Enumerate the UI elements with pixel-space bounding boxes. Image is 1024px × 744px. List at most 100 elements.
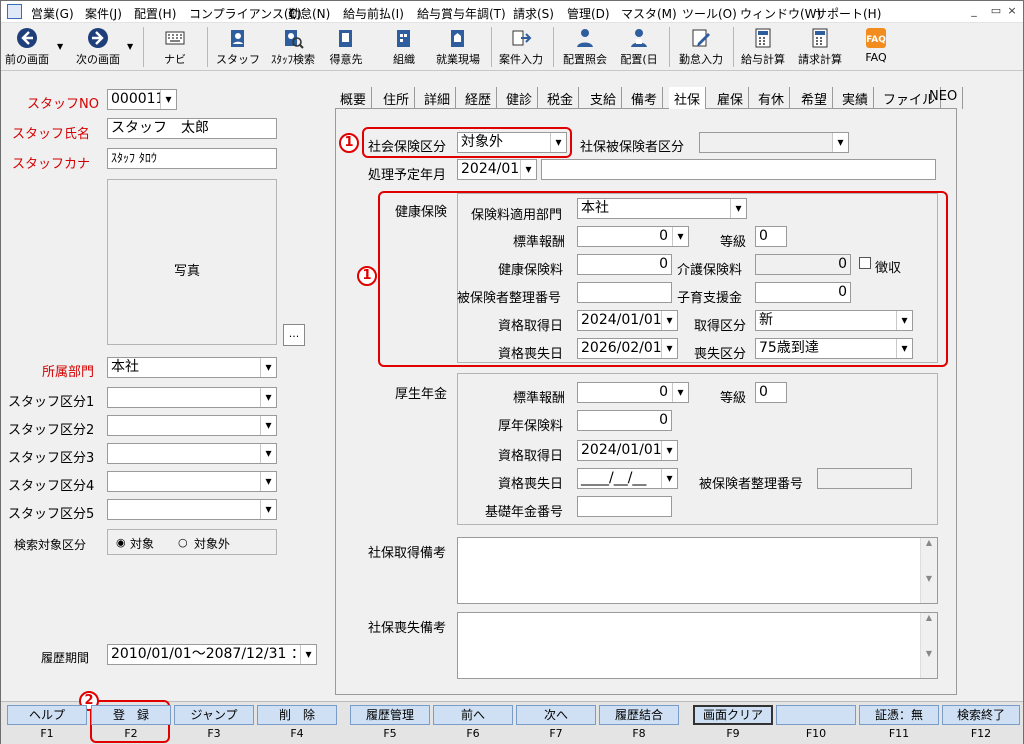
staff-name-field[interactable]: スタッフ 太郎	[107, 118, 277, 139]
previous-button[interactable]: 前へ	[433, 705, 513, 725]
menu-attendance[interactable]: 勤怠(N)	[288, 5, 330, 22]
acq-memo-scrollbar[interactable]: ▲ ▼	[920, 538, 937, 603]
tab-overview[interactable]: 概要	[335, 87, 373, 109]
process-month-extra-field[interactable]	[541, 159, 936, 180]
end-search-button[interactable]: 検索終了	[942, 705, 1020, 725]
history-merge-button[interactable]: 履歴結合	[599, 705, 679, 725]
process-month-select[interactable]: 2024/01	[457, 159, 537, 180]
clear-screen-button[interactable]: 画面クリア	[693, 705, 773, 725]
billing-calc-button[interactable]: 請求計算	[793, 23, 847, 69]
health-std-pay-select[interactable]: 0	[577, 226, 689, 247]
pension-std-pay-select[interactable]: 0	[577, 382, 689, 403]
staff-search-button[interactable]: ｽﾀｯﾌ検索	[265, 23, 321, 69]
pension-loss-date-select[interactable]: ____/__/__	[577, 468, 678, 489]
menu-payroll[interactable]: 給与賞与年調(T)	[417, 5, 506, 22]
insured-type-select[interactable]	[699, 132, 849, 153]
staff-cat3-select[interactable]	[107, 443, 277, 464]
tab-payment[interactable]: 支給	[585, 87, 623, 109]
dept-select[interactable]: 本社	[107, 357, 277, 378]
organization-button[interactable]: 組織	[381, 23, 427, 69]
prev-dropdown-caret[interactable]: ▼	[57, 42, 63, 51]
toolbar-divider	[143, 27, 144, 67]
radio-target-selected-icon[interactable]: ◉	[116, 536, 126, 549]
acq-memo-textarea[interactable]: ▲ ▼	[457, 537, 938, 604]
delete-button[interactable]: 削 除	[257, 705, 337, 725]
prev-screen-button[interactable]: 前の画面	[3, 23, 51, 69]
collect-checkbox[interactable]	[859, 257, 871, 269]
attendance-input-button[interactable]: 勤怠入力	[675, 23, 727, 69]
f10-button[interactable]	[776, 705, 856, 725]
menu-billing[interactable]: 請求(S)	[513, 5, 554, 22]
menu-compliance[interactable]: コンプライアンス(C)	[189, 5, 302, 22]
tab-details[interactable]: 詳細	[419, 87, 457, 109]
staff-button[interactable]: スタッフ	[215, 23, 261, 69]
premium-dept-select[interactable]: 本社	[577, 198, 747, 219]
staff-cat5-select[interactable]	[107, 499, 277, 520]
menu-master[interactable]: マスタ(M)	[621, 5, 677, 22]
menu-advance-pay[interactable]: 給与前払(I)	[343, 5, 404, 22]
next-screen-button[interactable]: 次の画面	[71, 23, 125, 69]
tab-neo[interactable]: NEO	[924, 87, 964, 109]
tab-wishes[interactable]: 希望	[796, 87, 834, 109]
minimize-button[interactable]: _	[963, 3, 985, 20]
client-button[interactable]: 得意先	[323, 23, 369, 69]
staff-kana-field[interactable]: ｽﾀｯﾌ ﾀﾛｳ	[107, 148, 277, 169]
menu-assign[interactable]: 配置(H)	[134, 5, 176, 22]
insurance-type-select[interactable]: 対象外	[457, 132, 567, 153]
pension-premium-field[interactable]: 0	[577, 410, 672, 431]
pension-grade-field[interactable]: 0	[755, 382, 787, 403]
menu-sales[interactable]: 営業(G)	[31, 5, 74, 22]
staff-cat4-select[interactable]	[107, 471, 277, 492]
navi-button[interactable]: ナビ	[153, 23, 197, 69]
radio-nontarget-icon[interactable]: ○	[178, 536, 188, 549]
tab-notes[interactable]: 備考	[626, 87, 664, 109]
loss-memo-scrollbar[interactable]: ▲ ▼	[920, 613, 937, 678]
menu-tools[interactable]: ツール(O)	[682, 5, 737, 22]
tab-paid-leave[interactable]: 有休	[753, 87, 791, 109]
health-acq-date-select[interactable]: 2024/01/01	[577, 310, 678, 331]
menu-case[interactable]: 案件(J)	[85, 5, 122, 22]
menu-support[interactable]: サポート(H)	[815, 5, 881, 22]
tab-employment-insurance[interactable]: 雇保	[712, 87, 750, 109]
history-manage-button[interactable]: 履歴管理	[350, 705, 430, 725]
next-button[interactable]: 次へ	[516, 705, 596, 725]
jump-button[interactable]: ジャンプ	[174, 705, 254, 725]
tab-social-insurance[interactable]: 社保	[669, 87, 707, 109]
basic-pension-no-field[interactable]	[577, 496, 672, 517]
care-premium-field[interactable]: 0	[755, 254, 851, 275]
staff-no-select[interactable]: 000011	[107, 89, 177, 110]
pension-insured-no-field[interactable]	[817, 468, 912, 489]
health-premium-field[interactable]: 0	[577, 254, 672, 275]
menu-window[interactable]: ウィンドウ(W)	[740, 5, 821, 22]
photo-browse-button[interactable]: ...	[283, 324, 305, 346]
photo-area[interactable]: 写真	[107, 179, 277, 345]
tab-health-check[interactable]: 健診	[501, 87, 539, 109]
acq-type-select[interactable]: 新	[755, 310, 913, 331]
assignment-day-button[interactable]: 配置(日	[615, 23, 663, 69]
next-dropdown-caret[interactable]: ▼	[127, 42, 133, 51]
health-loss-date-select[interactable]: 2026/02/01	[577, 338, 678, 359]
staff-cat2-select[interactable]	[107, 415, 277, 436]
pension-acq-date-select[interactable]: 2024/01/01	[577, 440, 678, 461]
worksite-button[interactable]: 就業現場	[431, 23, 485, 69]
voucher-button[interactable]: 証憑：無	[859, 705, 939, 725]
loss-type-select[interactable]: 75歳到達	[755, 338, 913, 359]
tab-results[interactable]: 実績	[837, 87, 875, 109]
loss-memo-textarea[interactable]: ▲ ▼	[457, 612, 938, 679]
faq-button[interactable]: FAQ FAQ	[857, 23, 895, 69]
payroll-calc-button[interactable]: 給与計算	[737, 23, 789, 69]
register-button[interactable]: 登 録	[91, 705, 171, 725]
history-period-select[interactable]: 2010/01/01～2087/12/31 ：	[107, 644, 317, 665]
menu-admin[interactable]: 管理(D)	[567, 5, 610, 22]
health-grade-field[interactable]: 0	[755, 226, 787, 247]
child-support-field[interactable]: 0	[755, 282, 851, 303]
tab-address[interactable]: 住所	[378, 87, 416, 109]
case-input-button[interactable]: 案件入力	[495, 23, 547, 69]
staff-cat1-select[interactable]	[107, 387, 277, 408]
tab-tax[interactable]: 税金	[542, 87, 580, 109]
help-button[interactable]: ヘルプ	[7, 705, 87, 725]
tab-career[interactable]: 経歴	[460, 87, 498, 109]
close-button[interactable]: ×	[1001, 3, 1023, 20]
assignment-view-button[interactable]: 配置照会	[559, 23, 611, 69]
health-insured-no-field[interactable]	[577, 282, 672, 303]
